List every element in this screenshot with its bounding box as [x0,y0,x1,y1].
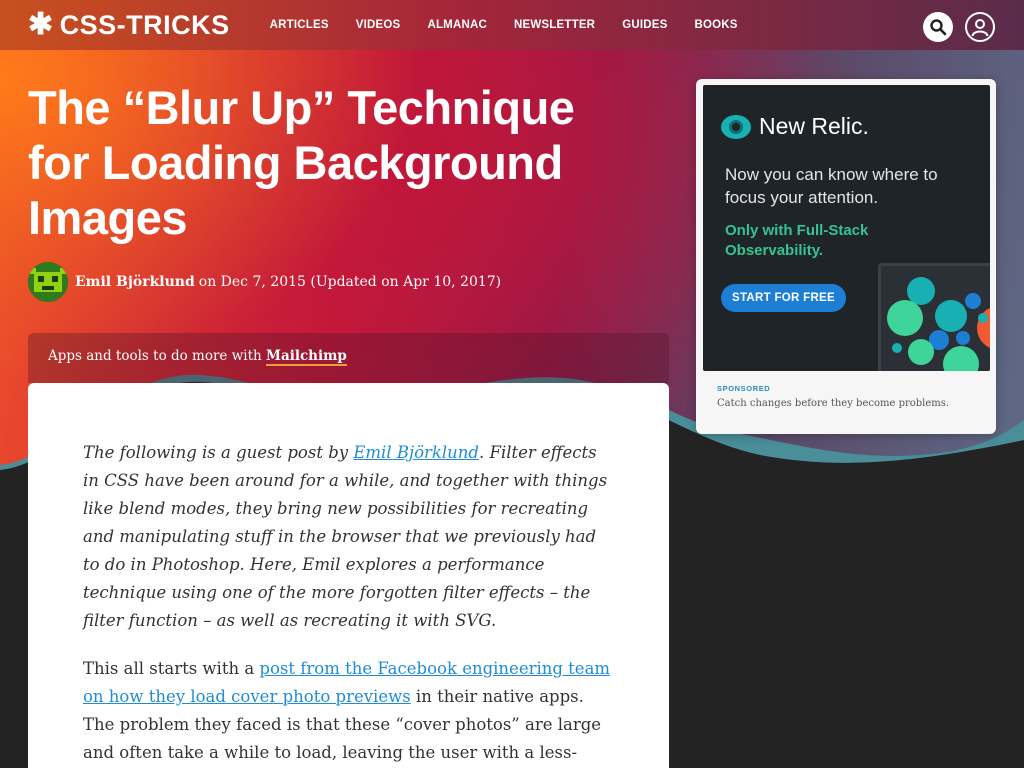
logo-star-icon: ✱ [28,8,54,41]
ad-creative[interactable]: New Relic. Now you can know where to foc… [703,85,990,371]
promo-brand[interactable]: Mailchimp [266,348,347,366]
nav-almanac[interactable]: ALMANAC [427,19,487,31]
user-icon [971,19,989,37]
account-button[interactable] [965,12,995,42]
nav-guides[interactable]: GUIDES [622,19,667,31]
ad-screen-illustration [878,263,990,371]
search-icon [930,19,947,36]
publish-date: on Dec 7, 2015 (Updated on Apr 10, 2017) [198,274,502,290]
bubble-graphic-icon [887,277,990,371]
sponsored-label: SPONSORED [717,384,771,393]
new-relic-logo: New Relic. [721,113,869,140]
ad-headline: Now you can know where to focus your att… [725,165,938,207]
search-button[interactable] [923,12,953,42]
author-inline-link[interactable]: Emil Björklund [353,443,479,462]
intro-paragraph: The following is a guest post by Emil Bj… [83,439,613,635]
start-for-free-button[interactable]: START FOR FREE [721,284,846,312]
eye-logo-icon [721,114,751,139]
article-body: The following is a guest post by Emil Bj… [28,383,669,768]
intro-text-start: The following is a guest post by [83,443,354,462]
byline: Emil Björklund on Dec 7, 2015 (Updated o… [28,262,501,302]
site-logo[interactable]: ✱ CSS-TRICKS [28,10,230,41]
ad-tagline[interactable]: Catch changes before they become problem… [717,398,949,409]
mailchimp-promo-banner[interactable]: Apps and tools to do more with Mailchimp [28,333,669,383]
nav-newsletter[interactable]: NEWSLETTER [514,19,595,31]
nav-articles[interactable]: ARTICLES [270,19,329,31]
article-title: The “Blur Up” Technique for Loading Back… [28,81,575,244]
body-text-start: This all starts with a [83,659,260,678]
main-nav: ARTICLES VIDEOS ALMANAC NEWSLETTER GUIDE… [270,19,765,31]
sponsored-ad: New Relic. Now you can know where to foc… [696,79,996,434]
ad-brand: New Relic. [759,113,869,139]
author-link[interactable]: Emil Björklund [75,274,195,290]
pixel-avatar-icon [28,262,68,302]
author-avatar[interactable] [28,262,68,302]
intro-text-end: . Filter effects in CSS have been around… [83,443,608,630]
logo-text: CSS-TRICKS [59,9,230,40]
promo-text: Apps and tools to do more with [48,348,266,364]
top-navigation: ✱ CSS-TRICKS ARTICLES VIDEOS ALMANAC NEW… [0,0,1024,50]
nav-videos[interactable]: VIDEOS [356,19,401,31]
ad-subheadline: Only with Full-Stack Observability. [725,222,869,259]
nav-books[interactable]: BOOKS [695,19,738,31]
body-paragraph: This all starts with a post from the Fac… [83,655,613,768]
